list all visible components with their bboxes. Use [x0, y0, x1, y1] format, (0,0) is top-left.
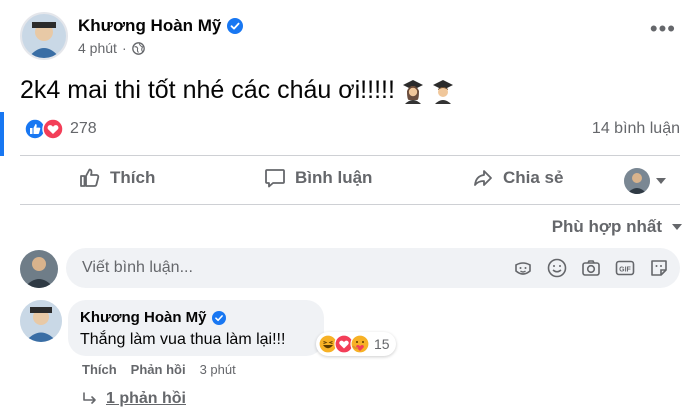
comment-icon [265, 169, 285, 188]
comment-like-link[interactable]: Thích [82, 362, 117, 377]
post-action-bar: Thích Bình luận Chia sẻ [20, 160, 680, 202]
care-reaction-icon [350, 334, 370, 354]
comment-input-placeholder: Viết bình luận... [82, 259, 193, 276]
thumbs-up-icon [80, 168, 100, 187]
view-replies-link[interactable]: 1 phản hồi [82, 390, 186, 408]
chevron-down-icon [656, 178, 666, 184]
comment-text: Thắng làm vua thua làm lại!!! [80, 331, 286, 348]
graduate-woman-icon [402, 79, 423, 104]
chevron-down-icon [672, 224, 682, 230]
current-user-avatar[interactable] [20, 250, 58, 288]
post-text: 2k4 mai thi tốt nhé các cháu ơi!!!!! [20, 76, 395, 104]
globe-icon [131, 41, 145, 55]
divider [20, 204, 680, 205]
share-button[interactable]: Chia sẻ [471, 166, 563, 190]
comment-timestamp[interactable]: 3 phút [200, 362, 236, 377]
comment-author[interactable]: Khương Hoàn Mỹ [80, 309, 207, 326]
left-accent-bar [0, 112, 4, 156]
commenter-avatar[interactable] [20, 300, 62, 342]
author-avatar[interactable] [20, 12, 68, 60]
comment-bubble: Khương Hoàn Mỹ Thắng làm vua thua làm lạ… [68, 300, 324, 356]
avatar-sticker-icon[interactable] [512, 257, 534, 279]
post-timestamp[interactable]: 4 phút [78, 40, 117, 56]
camera-icon[interactable] [580, 257, 602, 279]
more-options-icon[interactable]: ••• [650, 18, 676, 40]
emoji-icon[interactable] [546, 257, 568, 279]
comment-reply-link[interactable]: Phản hồi [131, 362, 186, 377]
graduate-man-icon [432, 79, 453, 104]
comment-sort-dropdown[interactable]: Phù hợp nhất [552, 217, 682, 237]
sort-label: Phù hợp nhất [551, 217, 662, 236]
comment-reaction-count: 15 [374, 336, 390, 352]
reaction-count: 278 [70, 120, 97, 137]
gif-icon[interactable]: GIF [614, 257, 636, 279]
comment-actions: Thích Phản hồi 3 phút [82, 362, 236, 377]
like-button[interactable]: Thích [78, 166, 155, 190]
comment-reactions[interactable]: 15 [316, 332, 396, 356]
post-header: Khương Hoàn Mỹ 4 phút · ••• [20, 12, 680, 64]
post-reactions[interactable]: 278 [24, 118, 97, 140]
verified-badge-icon [227, 18, 244, 34]
comment-button[interactable]: Bình luận [263, 166, 372, 190]
share-as-avatar [624, 168, 650, 194]
divider [20, 155, 680, 156]
comment-input[interactable]: Viết bình luận... GIF [66, 248, 680, 288]
verified-badge-icon [211, 310, 226, 325]
love-reaction-icon [42, 118, 64, 140]
share-as-selector[interactable] [624, 168, 666, 194]
share-label: Chia sẻ [503, 168, 564, 187]
svg-text:GIF: GIF [619, 267, 631, 274]
share-icon [474, 170, 492, 186]
replies-count: 1 phản hồi [106, 390, 186, 407]
post-body: 2k4 mai thi tốt nhé các cháu ơi!!!!! [20, 76, 455, 105]
sticker-icon[interactable] [648, 257, 670, 279]
reply-arrow-icon [83, 392, 96, 404]
author-name[interactable]: Khương Hoàn Mỹ [78, 16, 221, 36]
comment-count[interactable]: 14 bình luận [592, 120, 680, 138]
comment-label: Bình luận [295, 168, 373, 187]
like-label: Thích [110, 168, 156, 187]
